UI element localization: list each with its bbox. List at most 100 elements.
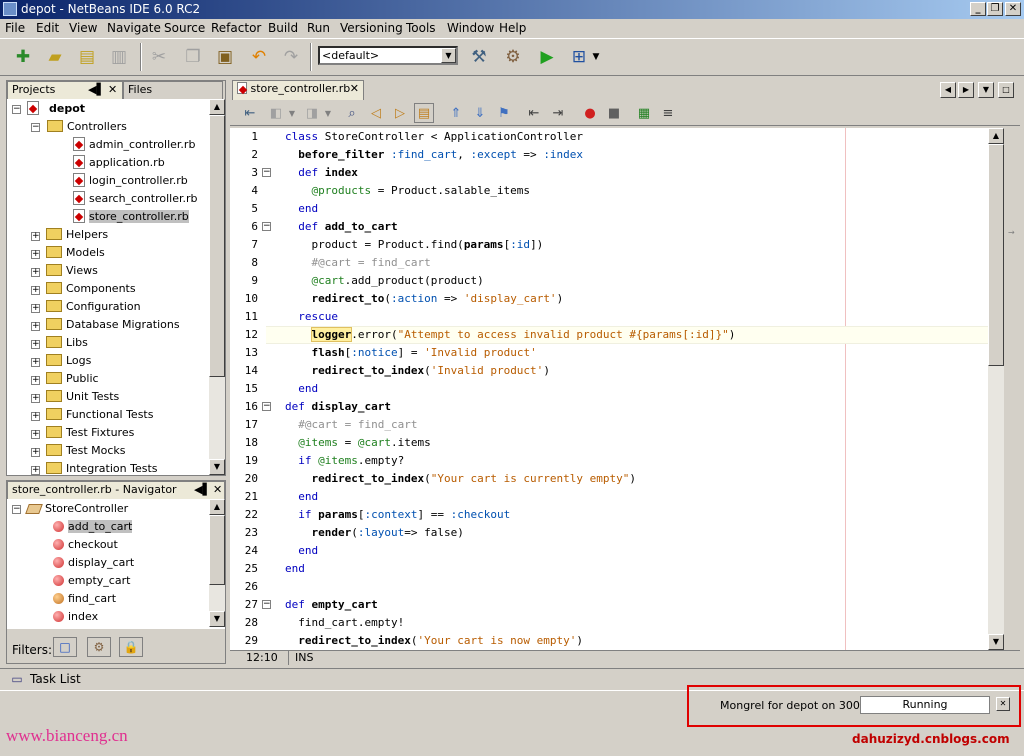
projects-scrollbar[interactable]: ▲ ▼ [209,99,225,475]
menu-navigate[interactable]: Navigate [107,21,161,36]
code-line[interactable]: #@cart = find_cart [285,254,430,272]
expand-icon[interactable]: + [31,466,40,475]
open-project-icon[interactable]: ▤ [74,44,100,70]
maximize-button[interactable]: ❐ [987,2,1003,16]
close-tab-icon[interactable]: ✕ [108,82,117,98]
new-project-icon[interactable]: ▰ [42,44,68,70]
navigator-method[interactable]: index [53,608,98,626]
code-line[interactable]: if params[:context] == :checkout [285,506,510,524]
uncomment-icon[interactable]: ≡ [658,103,678,123]
fold-collapse-icon[interactable]: − [262,168,271,177]
code-line[interactable]: redirect_to_index('Invalid product') [285,362,550,380]
code-line[interactable]: redirect_to_index("Your cart is currentl… [285,470,637,488]
close-tab-icon[interactable]: ✕ [350,81,359,97]
expand-icon[interactable]: + [31,250,40,259]
forward-icon[interactable]: ◨ [302,103,322,123]
tree-file[interactable]: application.rb [73,154,165,172]
tab-store-controller[interactable]: store_controller.rb ✕ [232,80,364,100]
code-line[interactable]: def empty_cart [285,596,378,614]
tree-folder[interactable]: + Configuration [31,298,141,316]
menu-versioning[interactable]: Versioning [340,21,403,36]
tree-folder[interactable]: + Test Mocks [31,442,126,460]
navigator-method[interactable]: empty_cart [53,572,130,590]
code-line[interactable]: if @items.empty? [285,452,404,470]
scroll-tabs-right-icon[interactable]: ▶ [958,82,974,98]
filter-private-icon[interactable]: 🔒 [119,637,143,657]
tree-folder[interactable]: + Models [31,244,105,262]
save-all-icon[interactable]: ▥ [106,44,132,70]
forward-dropdown-icon[interactable]: ▼ [322,103,334,123]
tree-file-selected[interactable]: store_controller.rb [73,208,189,226]
collapse-icon[interactable]: − [31,123,40,132]
toggle-highlight-icon[interactable]: ▤ [414,103,434,123]
expand-icon[interactable]: + [31,394,40,403]
task-list-label[interactable]: Task List [30,672,81,686]
scroll-tabs-left-icon[interactable]: ◀ [940,82,956,98]
code-line[interactable]: redirect_to_index('Your cart is now empt… [285,632,583,650]
expand-icon[interactable]: + [31,232,40,241]
tree-folder-controllers[interactable]: Controllers [47,118,127,136]
navigator-method[interactable]: checkout [53,536,118,554]
code-line[interactable]: before_filter :find_cart, :except => :in… [285,146,583,164]
filter-fields-icon[interactable]: □ [53,637,77,657]
task-list-icon[interactable]: ▭ [8,670,26,688]
scroll-thumb[interactable] [209,515,225,585]
expand-icon[interactable]: + [31,286,40,295]
scroll-thumb[interactable] [209,115,225,377]
code-line[interactable]: class StoreController < ApplicationContr… [285,128,583,146]
tree-folder[interactable]: + Test Fixtures [31,424,134,442]
previous-bookmark-icon[interactable]: ⇑ [446,103,466,123]
code-line[interactable]: @cart.add_product(product) [285,272,484,290]
expand-icon[interactable]: + [31,340,40,349]
tree-folder[interactable]: + Logs [31,352,91,370]
chevron-down-icon[interactable]: ▼ [441,48,456,63]
tree-folder[interactable]: + Public [31,370,99,388]
menu-file[interactable]: File [5,21,25,36]
copy-icon[interactable]: ❐ [180,44,206,70]
menu-source[interactable]: Source [164,21,205,36]
navigator-scrollbar[interactable]: ▲ ▼ [209,499,225,627]
redo-icon[interactable]: ↷ [278,44,304,70]
menu-help[interactable]: Help [499,21,526,36]
clean-build-icon[interactable]: ⚙ [500,44,526,70]
code-line[interactable]: def display_cart [285,398,391,416]
code-line[interactable]: end [285,560,305,578]
find-previous-icon[interactable]: ◁ [366,103,386,123]
shift-right-icon[interactable]: ⇥ [548,103,568,123]
toggle-bookmark-icon[interactable]: ⚑ [494,103,514,123]
code-line[interactable]: find_cart.empty! [285,614,404,632]
expand-icon[interactable]: + [31,430,40,439]
run-icon[interactable]: ▶ [534,44,560,70]
editor-scrollbar[interactable]: ▲ ▼ [988,128,1004,650]
tree-folder[interactable]: + Views [31,262,98,280]
tree-folder[interactable]: + Components [31,280,136,298]
minimize-button[interactable]: _ [970,2,986,16]
scroll-up-icon[interactable]: ▲ [209,499,225,515]
scroll-down-icon[interactable]: ▼ [209,611,225,627]
code-line[interactable]: end [285,542,318,560]
code-line[interactable]: render(:layout=> false) [285,524,464,542]
cut-icon[interactable]: ✂ [146,44,172,70]
tree-file[interactable]: search_controller.rb [73,190,198,208]
navigator-method[interactable]: find_cart [53,590,116,608]
stop-server-icon[interactable]: ✕ [996,697,1010,711]
find-icon[interactable]: ⌕ [342,103,362,123]
undo-icon[interactable]: ↶ [246,44,272,70]
code-line[interactable]: flash[:notice] = 'Invalid product' [285,344,537,362]
scroll-down-icon[interactable]: ▼ [209,459,225,475]
expand-icon[interactable]: + [31,376,40,385]
expand-icon[interactable]: + [31,448,40,457]
comment-icon[interactable]: ▦ [634,103,654,123]
tree-file[interactable]: admin_controller.rb [73,136,195,154]
menu-view[interactable]: View [69,21,97,36]
navigator-method[interactable]: display_cart [53,554,134,572]
debug-dropdown-icon[interactable]: ▼ [590,44,602,70]
menu-refactor[interactable]: Refactor [211,21,261,36]
code-line[interactable]: logger.error("Attempt to access invalid … [285,326,735,344]
navigator-class[interactable]: StoreController [25,500,128,518]
expand-icon[interactable]: + [31,304,40,313]
tab-list-icon[interactable]: ▼ [978,82,994,98]
expand-icon[interactable]: + [31,358,40,367]
filter-inherited-icon[interactable]: ⚙ [87,637,111,657]
maximize-editor-icon[interactable]: □ [998,82,1014,98]
